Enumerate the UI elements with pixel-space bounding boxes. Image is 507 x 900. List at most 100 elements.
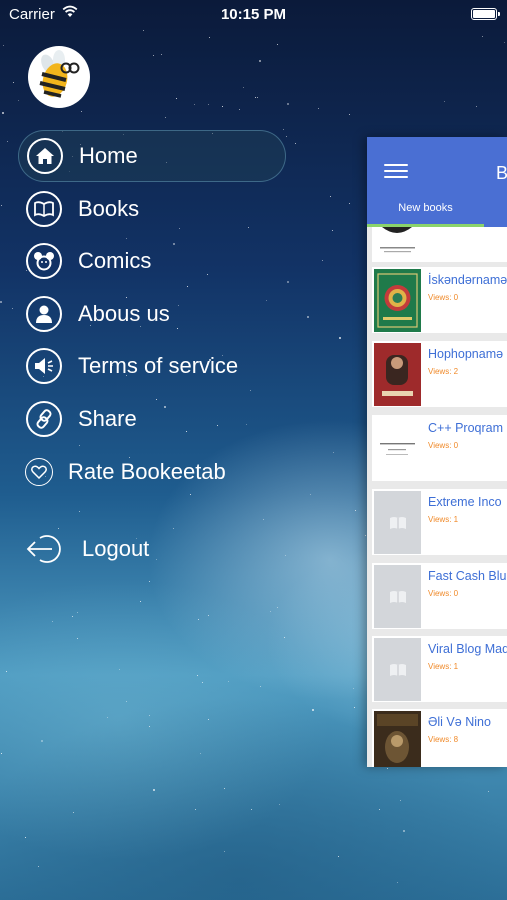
book-title: Viral Blog Mad <box>428 642 507 656</box>
star <box>222 106 223 107</box>
star <box>228 681 229 682</box>
star <box>12 308 13 309</box>
book-card[interactable]: Əli Və Nino Views: 8 <box>372 709 507 767</box>
star <box>208 719 209 720</box>
share-link-icon <box>26 401 62 437</box>
book-cover-placeholder <box>374 565 421 628</box>
book-views: Views: 1 <box>428 662 459 671</box>
star <box>79 511 80 512</box>
person-icon <box>26 296 62 332</box>
star <box>307 316 309 318</box>
hamburger-menu-icon[interactable] <box>384 164 408 182</box>
book-placeholder-icon <box>389 516 406 529</box>
book-cover-red <box>374 343 421 406</box>
book-views: Views: 8 <box>428 735 459 744</box>
book-card[interactable]: C++ Proqram Views: 0 <box>372 415 507 481</box>
star <box>333 452 334 453</box>
book-cover-dark <box>374 711 421 767</box>
menu-label-about: Abous us <box>78 301 170 326</box>
star <box>286 136 287 137</box>
tab-bar: New books <box>367 189 507 227</box>
menu-item-share[interactable]: Share <box>18 393 286 445</box>
book-card[interactable]: Fast Cash Blu Views: 0 <box>372 563 507 629</box>
star <box>251 809 252 810</box>
partial-cover <box>374 227 421 257</box>
star <box>332 230 333 231</box>
book-title: Fast Cash Blu <box>428 569 507 583</box>
menu-item-rate[interactable]: Rate Bookeetab <box>18 446 286 498</box>
star <box>263 519 264 520</box>
star <box>1 753 2 754</box>
book-cover-white <box>374 417 421 480</box>
star <box>202 682 203 683</box>
battery-icon <box>471 8 500 20</box>
book-card-partial[interactable] <box>372 227 507 262</box>
star <box>140 601 141 602</box>
star <box>195 809 196 810</box>
star <box>224 788 225 789</box>
star <box>277 44 278 45</box>
star <box>7 141 8 142</box>
book-title: Əli Və Nino <box>428 715 491 729</box>
star <box>77 612 78 613</box>
logout-button[interactable]: Logout <box>18 523 286 575</box>
star <box>482 36 483 37</box>
book-cover-green <box>374 269 421 332</box>
star <box>284 637 285 638</box>
star <box>397 882 398 883</box>
star <box>444 101 445 102</box>
star <box>283 129 284 130</box>
star <box>153 55 154 56</box>
avatar[interactable] <box>28 46 90 108</box>
logout-arrow-icon <box>26 534 68 564</box>
book-views: Views: 0 <box>428 441 459 450</box>
menu-label-share: Share <box>78 406 137 431</box>
star <box>198 619 199 620</box>
star <box>161 54 162 55</box>
star <box>259 60 261 62</box>
star <box>355 510 356 511</box>
book-title: Extreme Inco <box>428 495 502 509</box>
star <box>197 675 198 676</box>
book-icon <box>26 191 62 227</box>
star <box>38 866 39 867</box>
star <box>208 615 209 616</box>
star <box>3 45 4 46</box>
star <box>255 97 256 98</box>
speaker-icon <box>26 348 62 384</box>
star <box>149 715 150 716</box>
star <box>0 301 2 303</box>
menu-item-comics[interactable]: Comics <box>18 235 286 287</box>
star <box>41 740 43 742</box>
star <box>194 104 195 105</box>
menu-item-terms[interactable]: Terms of service <box>18 340 286 392</box>
heart-icon <box>25 458 53 486</box>
star <box>257 97 258 98</box>
book-card[interactable]: İskəndərnamə Views: 0 <box>372 267 507 333</box>
tab-new-books[interactable]: New books <box>367 189 484 227</box>
star <box>143 30 144 31</box>
book-card[interactable]: Viral Blog Mad Views: 1 <box>372 636 507 702</box>
star <box>200 753 201 754</box>
book-card[interactable]: Extreme Inco Views: 1 <box>372 489 507 555</box>
book-card[interactable]: Hophopnamə Views: 2 <box>372 341 507 407</box>
clock: 10:15 PM <box>220 6 287 23</box>
star <box>18 100 19 101</box>
star <box>239 109 240 110</box>
menu-item-about[interactable]: Abous us <box>18 288 286 340</box>
star <box>25 837 26 838</box>
menu-item-books[interactable]: Books <box>18 183 286 235</box>
star <box>260 686 261 687</box>
star <box>287 103 289 105</box>
star <box>365 535 366 536</box>
star <box>387 768 388 769</box>
star <box>504 42 505 43</box>
menu-label-books: Books <box>78 196 140 221</box>
app-preview-panel[interactable]: B New books İskəndərnamə Views: 0 Hophop… <box>367 137 507 767</box>
star <box>149 726 150 727</box>
star <box>107 717 108 718</box>
menu-item-home[interactable]: Home <box>18 130 286 182</box>
book-views: Views: 0 <box>428 293 459 302</box>
star <box>1 205 2 206</box>
book-placeholder-icon <box>389 663 406 676</box>
